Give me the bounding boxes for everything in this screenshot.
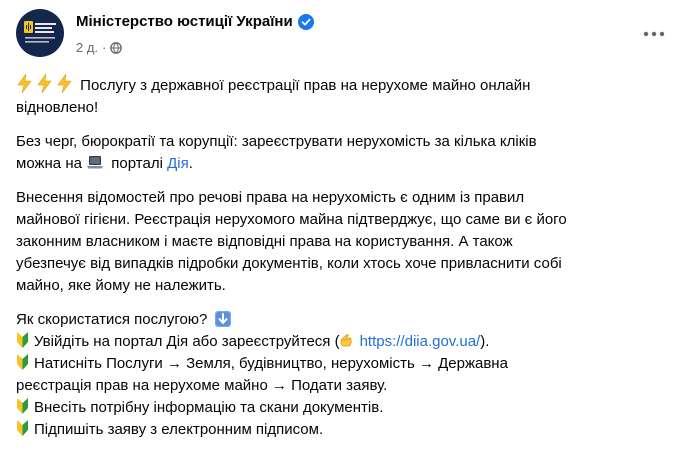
beginner-symbol-icon (17, 332, 28, 348)
paragraph-how-to: Як скористатися послугою? Увійдіть на по… (16, 309, 676, 441)
step2-line-2: реєстрація прав на нерухоме майно → Пода… (16, 377, 388, 394)
text-line: Як скористатися послугою? (16, 309, 676, 331)
diia-link[interactable]: Дія (167, 155, 189, 172)
post-meta: 2 д. · (76, 40, 123, 55)
more-options-icon (643, 31, 665, 37)
globe-icon[interactable] (110, 41, 123, 54)
page-name-link[interactable]: Міністерство юстиції України (76, 13, 293, 30)
beginner-symbol-icon (17, 420, 28, 436)
page-name: Міністерство юстиції України (76, 13, 314, 30)
ministry-logo-icon (24, 21, 56, 43)
step3-text: Внесіть потрібну інформацію та скани док… (34, 399, 384, 416)
paragraph-no-queues: Без черг, бюрократії та корупції: зареєс… (16, 131, 676, 175)
lightning-icon (57, 74, 72, 93)
hygiene-line-3: законним власником і маєте відповідні пр… (16, 233, 513, 250)
announcement-line-2: відновлено! (16, 99, 99, 116)
paragraph-property-hygiene: Внесення відомостей про речові права на … (16, 187, 676, 297)
no-queues-line-2-mid: порталі (107, 155, 168, 172)
paragraph-announcement: Послугу з державної реєстрації прав на н… (16, 74, 676, 119)
page-avatar[interactable] (16, 9, 64, 57)
hygiene-line-4: убезпечує від випадків підробки документ… (16, 255, 562, 272)
hygiene-line-2: майнової гігієни. Реєстрація нерухомого … (16, 211, 567, 228)
more-options-button[interactable] (636, 22, 672, 46)
verified-badge-icon (297, 13, 314, 30)
diia-url-link[interactable]: https://diia.gov.ua/ (360, 333, 481, 350)
how-to-question: Як скористатися послугою? (16, 311, 208, 328)
step-line: Увійдіть на портал Дія або зареєструйтес… (16, 331, 676, 353)
meta-separator: · (102, 40, 107, 55)
hygiene-line-5: майно, яке йому не належить. (16, 277, 226, 294)
text-line: Послугу з державної реєстрації прав на н… (16, 74, 676, 97)
laptop-icon (87, 156, 104, 169)
step-line: Натисніть Послуги → Земля, будівництво, … (16, 353, 676, 375)
pointing-hand-icon (340, 334, 352, 347)
step1-text: Увійдіть на портал Дія або зареєструйтес… (34, 333, 340, 350)
beginner-symbol-icon (17, 354, 28, 370)
step4-text: Підпишіть заяву з електронним підписом. (34, 421, 324, 438)
text-line: можна на порталі Дія. (16, 153, 676, 175)
announcement-line-1: Послугу з державної реєстрації прав на н… (80, 77, 531, 94)
beginner-symbol-icon (17, 398, 28, 414)
step-line: Підпишіть заяву з електронним підписом. (16, 419, 676, 441)
step2-line-1: Натисніть Послуги → Земля, будівництво, … (34, 355, 508, 372)
post-timestamp[interactable]: 2 д. (76, 40, 98, 55)
no-queues-line-2-end: . (188, 155, 193, 172)
no-queues-line-1: Без черг, бюрократії та корупції: зареєс… (16, 133, 537, 150)
hygiene-line-1: Внесення відомостей про речові права на … (16, 189, 525, 206)
lightning-icon (37, 74, 52, 93)
lightning-icon (17, 74, 32, 93)
down-arrow-button-icon (214, 311, 231, 327)
post-text: Послугу з державної реєстрації прав на н… (16, 74, 676, 453)
step1-end: ). (480, 333, 490, 350)
step-line: Внесіть потрібну інформацію та скани док… (16, 397, 676, 419)
facebook-post: Міністерство юстиції України 2 д. · Посл… (0, 0, 700, 454)
no-queues-line-2-start: можна на (16, 155, 82, 172)
